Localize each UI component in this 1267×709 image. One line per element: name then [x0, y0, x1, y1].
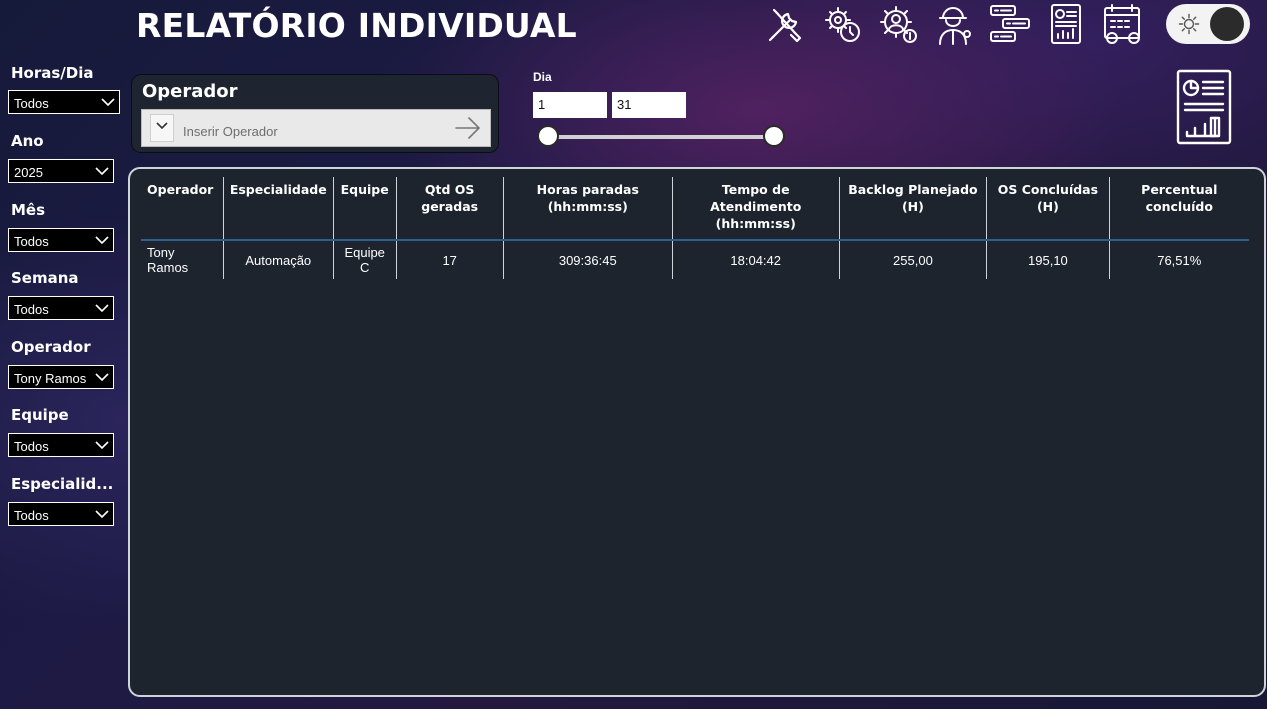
- chevron-down-icon: [95, 507, 109, 521]
- cell-operador: Tony Ramos: [147, 245, 189, 275]
- filter-label-mes: Mês: [11, 201, 46, 219]
- sun-icon: [1178, 13, 1200, 35]
- table-header-row: Operador Especialidade Equipe Qtd OS ger…: [141, 177, 1249, 240]
- dia-min-input[interactable]: 1: [533, 92, 607, 118]
- filter-label-especialidade: Especialid...: [11, 475, 114, 493]
- filter-select-equipe[interactable]: Todos: [8, 433, 114, 457]
- cell-percentual: 76,51%: [1108, 240, 1249, 279]
- report-table: Operador Especialidade Equipe Qtd OS ger…: [141, 177, 1249, 279]
- operator-search-input[interactable]: Inserir Operador: [141, 109, 491, 147]
- cell-qtd-os: 17: [395, 240, 504, 279]
- operator-search-placeholder: Inserir Operador: [183, 124, 278, 139]
- filter-select-ano[interactable]: 2025: [8, 159, 114, 183]
- report-document-icon: [1175, 68, 1233, 146]
- column-header-percentual[interactable]: Percentual concluído: [1108, 177, 1249, 240]
- operator-search-title: Operador: [142, 81, 238, 102]
- theme-toggle[interactable]: [1166, 4, 1250, 44]
- cell-horas-paradas: 309:36:45: [502, 240, 673, 279]
- toggle-knob: [1210, 7, 1244, 41]
- calendar-gear-icon[interactable]: [1100, 2, 1144, 46]
- table-row[interactable]: Tony Ramos Automação Equipe C 17 309:36:…: [141, 240, 1249, 279]
- cell-os-concluidas: 195,10: [986, 240, 1110, 279]
- filter-select-semana[interactable]: Todos: [8, 296, 114, 320]
- worker-icon[interactable]: [932, 2, 976, 46]
- operator-dropdown-button[interactable]: [150, 114, 174, 142]
- dia-slider-max-handle[interactable]: [763, 125, 785, 147]
- column-header-equipe[interactable]: Equipe: [332, 177, 397, 240]
- chevron-down-icon: [95, 370, 109, 384]
- page-title: RELATÓRIO INDIVIDUAL: [136, 6, 577, 45]
- tools-icon[interactable]: [764, 2, 808, 46]
- filter-label-ano: Ano: [11, 132, 44, 150]
- chevron-down-icon: [156, 122, 168, 130]
- filter-select-mes[interactable]: Todos: [8, 228, 114, 252]
- cell-backlog: 255,00: [838, 240, 987, 279]
- dia-slider-track[interactable]: [548, 135, 774, 139]
- column-header-backlog[interactable]: Backlog Planejado (H): [838, 177, 987, 240]
- chevron-down-icon: [101, 95, 115, 109]
- cell-equipe: Equipe C: [332, 240, 397, 279]
- chevron-down-icon: [95, 233, 109, 247]
- filter-label-horas-dia: Horas/Dia: [11, 64, 94, 82]
- chevron-down-icon: [95, 438, 109, 452]
- column-header-especialidade[interactable]: Especialidade: [222, 177, 334, 240]
- cell-tempo-atendimento: 18:04:42: [671, 240, 840, 279]
- filter-label-semana: Semana: [11, 269, 79, 287]
- filter-select-especialidade[interactable]: Todos: [8, 502, 114, 526]
- chevron-down-icon: [95, 164, 109, 178]
- gear-clock-icon[interactable]: [820, 2, 864, 46]
- report-chart-icon[interactable]: [1044, 2, 1088, 46]
- column-header-horas-paradas[interactable]: Horas paradas (hh:mm:ss): [502, 177, 673, 240]
- column-header-qtd-os[interactable]: Qtd OS geradas: [395, 177, 504, 240]
- filter-label-equipe: Equipe: [11, 406, 69, 424]
- filter-label-operador: Operador: [11, 338, 91, 356]
- column-header-os-concluidas[interactable]: OS Concluídas (H): [986, 177, 1110, 240]
- report-table-panel: Operador Especialidade Equipe Qtd OS ger…: [128, 167, 1266, 697]
- operator-search-card: Operador Inserir Operador: [131, 74, 499, 153]
- column-header-operador[interactable]: Operador: [141, 177, 223, 240]
- chevron-down-icon: [95, 301, 109, 315]
- gear-dollar-icon[interactable]: [876, 2, 920, 46]
- filter-select-operador[interactable]: Tony Ramos: [8, 365, 114, 389]
- dia-slider-min-handle[interactable]: [537, 125, 559, 147]
- dia-max-input[interactable]: 31: [612, 92, 686, 118]
- arrow-right-icon[interactable]: [454, 116, 482, 145]
- column-header-tempo-atendimento[interactable]: Tempo de Atendimento (hh:mm:ss): [671, 177, 840, 240]
- dia-slider-label: Dia: [533, 70, 552, 84]
- filter-select-horas-dia[interactable]: Todos: [8, 90, 120, 114]
- cell-especialidade: Automação: [222, 240, 334, 279]
- list-flow-icon[interactable]: [988, 2, 1032, 46]
